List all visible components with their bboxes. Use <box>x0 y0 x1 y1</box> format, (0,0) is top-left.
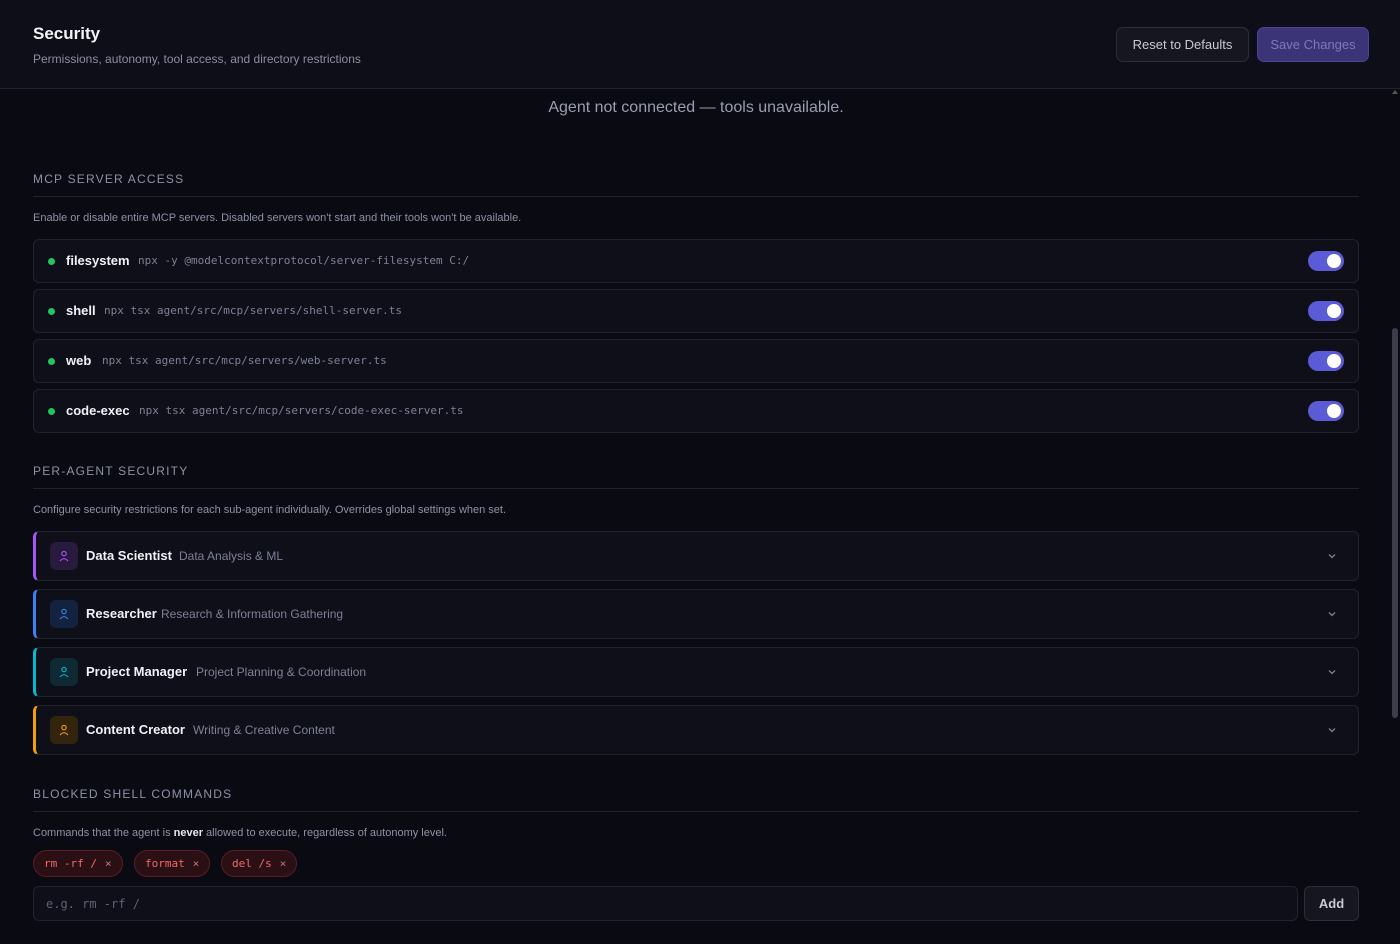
chevron-down-icon[interactable] <box>1326 724 1338 736</box>
chevron-down-icon[interactable] <box>1326 550 1338 562</box>
scrollbar-thumb[interactable] <box>1392 328 1398 718</box>
blocked-section-description: Commands that the agent is never allowed… <box>33 827 447 839</box>
save-changes-button[interactable]: Save Changes <box>1257 27 1369 62</box>
scrollbar[interactable] <box>1390 90 1400 944</box>
agent-row-researcher[interactable]: Researcher Research & Information Gather… <box>33 589 1359 639</box>
agent-row-content-creator[interactable]: Content Creator Writing & Creative Conte… <box>33 705 1359 755</box>
agents-section-description: Configure security restrictions for each… <box>33 504 507 516</box>
blocked-command-chip: del /s × <box>221 850 298 877</box>
connection-notice: Agent not connected — tools unavailable. <box>548 99 844 116</box>
agent-role: Writing & Creative Content <box>193 723 335 737</box>
chip-label: rm -rf / <box>44 857 97 870</box>
user-icon <box>50 658 78 686</box>
remove-chip-icon[interactable]: × <box>280 857 287 870</box>
server-name: shell <box>66 303 96 318</box>
mcp-section-title: MCP SERVER ACCESS <box>33 172 185 186</box>
server-name: web <box>66 353 92 368</box>
remove-chip-icon[interactable]: × <box>105 857 112 870</box>
status-dot-icon <box>48 358 55 365</box>
page-subtitle: Permissions, autonomy, tool access, and … <box>33 52 361 66</box>
add-command-button[interactable]: Add <box>1304 886 1359 921</box>
server-command: npx tsx agent/src/mcp/servers/web-server… <box>102 354 387 367</box>
settings-content: Agent not connected — tools unavailable.… <box>0 90 1390 944</box>
blocked-command-chip: format × <box>134 850 211 877</box>
agents-section-title: PER-AGENT SECURITY <box>33 464 189 478</box>
server-command: npx tsx agent/src/mcp/servers/shell-serv… <box>104 304 403 317</box>
agent-role: Project Planning & Coordination <box>196 665 367 679</box>
server-toggle-web[interactable] <box>1308 351 1344 371</box>
chevron-down-icon[interactable] <box>1326 666 1338 678</box>
desc-emphasis: never <box>173 827 203 839</box>
mcp-section-divider <box>33 196 1359 197</box>
status-dot-icon <box>48 258 55 265</box>
agent-name: Data Scientist <box>86 548 172 563</box>
agent-name: Content Creator <box>86 722 185 737</box>
mcp-section-description: Enable or disable entire MCP servers. Di… <box>33 212 522 224</box>
agent-role: Data Analysis & ML <box>179 549 284 563</box>
scroll-up-icon[interactable] <box>1392 90 1398 94</box>
desc-prefix: Commands that the agent is <box>33 827 174 839</box>
agent-row-project-manager[interactable]: Project Manager Project Planning & Coord… <box>33 647 1359 697</box>
status-dot-icon <box>48 408 55 415</box>
agent-role: Research & Information Gathering <box>161 607 344 621</box>
server-row-web: web npx tsx agent/src/mcp/servers/web-se… <box>33 339 1359 383</box>
agent-row-data-scientist[interactable]: Data Scientist Data Analysis & ML <box>33 531 1359 581</box>
server-name: code-exec <box>66 403 130 418</box>
reset-to-defaults-button[interactable]: Reset to Defaults <box>1116 27 1249 62</box>
server-row-shell: shell npx tsx agent/src/mcp/servers/shel… <box>33 289 1359 333</box>
server-command: npx -y @modelcontextprotocol/server-file… <box>138 254 470 267</box>
user-icon <box>50 716 78 744</box>
server-toggle-shell[interactable] <box>1308 301 1344 321</box>
agent-name: Project Manager <box>86 664 188 679</box>
remove-chip-icon[interactable]: × <box>193 857 200 870</box>
server-command: npx tsx agent/src/mcp/servers/code-exec-… <box>139 404 464 417</box>
agent-name: Researcher <box>86 606 157 621</box>
blocked-command-chip: rm -rf / × <box>33 850 123 877</box>
server-row-code-exec: code-exec npx tsx agent/src/mcp/servers/… <box>33 389 1359 433</box>
toggle-knob <box>1327 404 1341 418</box>
server-toggle-filesystem[interactable] <box>1308 251 1344 271</box>
desc-suffix: allowed to execute, regardless of autono… <box>203 827 447 839</box>
chevron-down-icon[interactable] <box>1326 608 1338 620</box>
server-row-filesystem: filesystem npx -y @modelcontextprotocol/… <box>33 239 1359 283</box>
page-title: Security <box>33 24 101 43</box>
user-icon <box>50 542 78 570</box>
blocked-section-divider <box>33 811 1359 812</box>
chip-label: del /s <box>232 857 272 870</box>
server-name: filesystem <box>66 253 130 268</box>
chip-label: format <box>145 857 185 870</box>
agents-section-divider <box>33 488 1359 489</box>
toggle-knob <box>1327 254 1341 268</box>
status-dot-icon <box>48 308 55 315</box>
toggle-knob <box>1327 304 1341 318</box>
toggle-knob <box>1327 354 1341 368</box>
server-toggle-code-exec[interactable] <box>1308 401 1344 421</box>
page-header: Security Permissions, autonomy, tool acc… <box>0 0 1400 89</box>
blocked-command-input[interactable] <box>33 886 1298 921</box>
blocked-section-title: BLOCKED SHELL COMMANDS <box>33 787 233 801</box>
user-icon <box>50 600 78 628</box>
